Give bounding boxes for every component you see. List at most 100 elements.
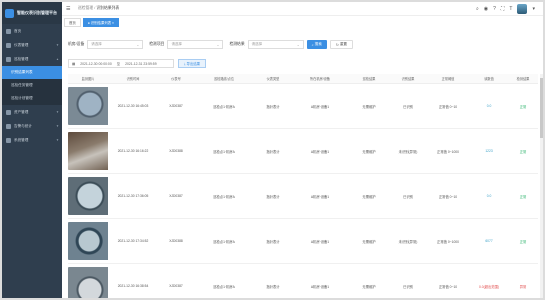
recognition-cell: 已识别 — [403, 194, 413, 199]
avatar[interactable] — [517, 4, 528, 14]
vertical-scrollbar[interactable] — [540, 74, 543, 298]
breadcrumb-current: 识别结果列表 — [96, 6, 120, 10]
meter-photo-cell — [68, 267, 108, 298]
point-select[interactable]: 请选择 ⌄ — [87, 40, 144, 49]
chevron-down-icon: ⌄ — [216, 42, 220, 47]
meter-photo[interactable] — [68, 132, 108, 170]
sidebar-item-alarms[interactable]: 告警与统计 ▼ — [2, 119, 62, 133]
screen-frame: 智能仪表识别管理平台 首页 仪表管理 ▼ 巡检管理 ▲ 识别结果列表 巡检任务管… — [0, 0, 545, 300]
sidebar-subitem-results[interactable]: 识别结果列表 — [2, 66, 62, 79]
sidebar-subitem-tasks[interactable]: 巡检任务管理 — [2, 79, 62, 92]
sidebar-item-label: 系统管理 — [14, 137, 29, 142]
scrollbar-thumb[interactable] — [540, 78, 543, 138]
result-cell: 无需维护 — [362, 239, 376, 244]
reset-button[interactable]: ↻ 重置 — [329, 40, 354, 49]
room-cell: A机房·设备1 — [310, 104, 330, 109]
code-cell: XJD0387 — [169, 194, 183, 198]
chevron-up-icon: ▲ — [56, 57, 59, 61]
value-cell: 0.0 — [486, 104, 492, 108]
reset-button-label: 重置 — [339, 42, 348, 46]
column-header: 识别时间 — [126, 77, 140, 81]
meter-photo[interactable] — [68, 177, 108, 215]
type-cell: 指针表计 — [266, 194, 280, 199]
type-cell: 指针表计 — [266, 239, 280, 244]
column-header: 检测结果 — [516, 77, 530, 81]
result-cell: 无需维护 — [362, 104, 376, 109]
code-cell: XJD0387 — [169, 104, 183, 108]
font-size-icon[interactable]: T — [509, 6, 512, 12]
result-cell: 无需维护 — [362, 194, 376, 199]
table-row: 2021-12-30 17:34:52 XJD0388 巡检点1·机房A 指针表… — [68, 219, 538, 264]
sidebar: 智能仪表识别管理平台 首页 仪表管理 ▼ 巡检管理 ▲ 识别结果列表 巡检任务管… — [2, 2, 62, 298]
room-cell: A机房·设备1 — [310, 194, 330, 199]
export-button-label: 导出结果 — [186, 62, 201, 66]
calendar-icon: ▦ — [72, 61, 76, 66]
status-badge: 正常 — [519, 239, 527, 244]
export-button[interactable]: ⤓ 导出结果 — [178, 59, 207, 68]
meter-photo-cell — [68, 87, 108, 125]
sidebar-item-label: 告警与统计 — [14, 123, 32, 128]
point-cell: 巡检点1·机房A — [213, 284, 235, 289]
value-cell: 0.0 — [486, 194, 492, 198]
recognition-cell: 未识别(异常) — [398, 149, 418, 154]
tab-home[interactable]: 首页 — [64, 18, 81, 27]
search-icon[interactable]: ⌕ — [476, 6, 479, 12]
column-header: 仪表类型 — [266, 77, 280, 81]
alarm-icon — [6, 123, 11, 129]
help-icon[interactable]: ? — [493, 6, 496, 12]
range-cell: 正常值 0~1000 — [437, 149, 459, 154]
item-select[interactable]: 请选择 ⌄ — [167, 40, 224, 49]
chevron-down-icon[interactable]: ▾ — [532, 6, 535, 12]
point-filter-label: 机房/设备 — [68, 42, 85, 46]
chevron-down-icon: ⌄ — [136, 42, 140, 47]
meter-photo-cell — [68, 177, 108, 215]
time-cell: 2021-12-30 16:38:54 — [117, 284, 149, 288]
range-cell: 正常值 0~1000 — [437, 239, 459, 244]
point-cell: 巡检点1·机房A — [213, 194, 235, 199]
meter-photo[interactable] — [68, 87, 108, 125]
brand: 智能仪表识别管理平台 — [2, 2, 62, 24]
app-title: 智能仪表识别管理平台 — [17, 10, 57, 15]
result-select[interactable]: 请选择 ⌄ — [247, 40, 304, 49]
sidebar-subitem-label: 巡检任务管理 — [11, 83, 33, 87]
value-cell: 0.0(超出范围) — [479, 284, 499, 289]
meter-photo[interactable] — [68, 222, 108, 260]
fullscreen-icon[interactable]: ⛶ — [501, 6, 505, 12]
breadcrumb-home[interactable]: 巡检管理 — [78, 6, 93, 10]
value-cell: 6077 — [485, 239, 493, 243]
meter-icon — [6, 42, 11, 48]
status-badge: 异常 — [519, 284, 527, 289]
sidebar-item-label: 巡检管理 — [14, 56, 29, 61]
search-button[interactable]: ⌕ 搜索 — [306, 40, 327, 49]
sidebar-item-assets[interactable]: 资产管理 ▼ — [2, 105, 62, 119]
result-cell: 无需维护 — [362, 284, 376, 289]
sidebar-item-system[interactable]: 系统管理 ▼ — [2, 133, 62, 147]
sidebar-item-meters[interactable]: 仪表管理 ▼ — [2, 38, 62, 52]
time-cell: 2021-12-30 16:16:22 — [117, 149, 149, 153]
table-row: 2021-12-30 16:38:54 XJD0387 巡检点1·机房A 指针表… — [68, 264, 538, 298]
date-range-picker[interactable]: ▦ 2021-12-30 00:00:00 至 2021-12-31 23:59… — [68, 59, 174, 68]
results-table: 监测图片 识别时间 仪表号 巡检路线/点位 仪表类型 所在机房/设备 巡检结果 … — [68, 74, 538, 298]
point-select-value: 请选择 — [91, 42, 102, 46]
room-cell: A机房·设备1 — [310, 284, 330, 289]
sidebar-item-inspection[interactable]: 巡检管理 ▲ — [2, 52, 62, 66]
filter-bar: 机房/设备 请选择 ⌄ 检测项目 请选择 ⌄ 检测结果 请选择 ⌄ ⌕ 搜索 ↻… — [68, 40, 354, 49]
meter-photo[interactable] — [68, 267, 108, 298]
tab-results[interactable]: ● 识别结果列表 × — [82, 18, 120, 27]
type-cell: 指针表计 — [266, 284, 280, 289]
sidebar-subitem-plans[interactable]: 巡检计划管理 — [2, 92, 62, 105]
recognition-cell: 未识别(异常) — [398, 239, 418, 244]
settings-icon — [6, 137, 11, 143]
chevron-down-icon: ▼ — [56, 43, 59, 47]
item-filter-label: 检测项目 — [149, 42, 165, 46]
sidebar-nav: 首页 仪表管理 ▼ 巡检管理 ▲ — [2, 24, 62, 66]
menu-fold-icon[interactable]: ☰ — [66, 6, 74, 12]
search-button-label: 搜索 — [314, 42, 322, 46]
status-badge: 正常 — [519, 194, 527, 199]
code-cell: XJD0388 — [169, 239, 183, 243]
time-cell: 2021-12-30 17:36:05 — [117, 194, 149, 198]
github-icon[interactable]: ◉ — [484, 6, 488, 12]
sidebar-item-home[interactable]: 首页 — [2, 24, 62, 38]
inspect-icon — [6, 56, 11, 62]
home-icon — [6, 28, 11, 34]
